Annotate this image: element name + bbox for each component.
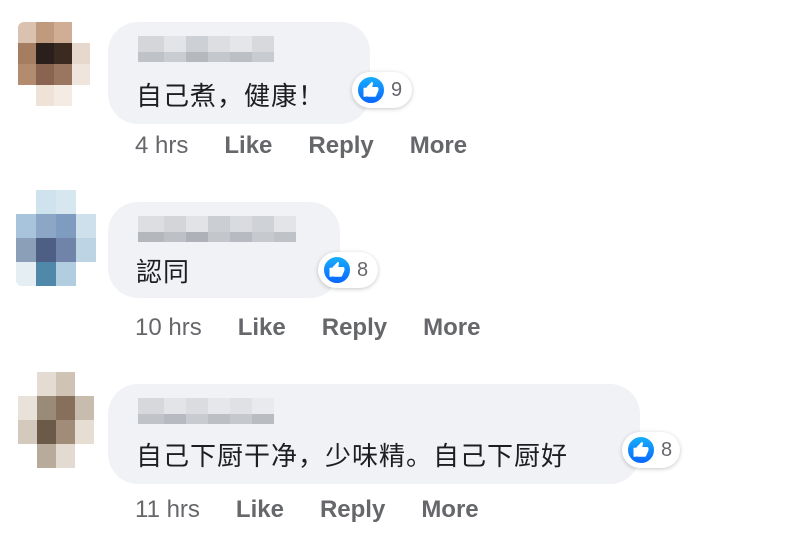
like-thumbs-up-icon: [626, 435, 656, 465]
comment-text: 認同: [136, 258, 191, 288]
timestamp[interactable]: 4 hrs: [135, 132, 188, 160]
reply-button[interactable]: Reply: [320, 496, 385, 524]
like-thumbs-up-icon: [356, 75, 386, 105]
comment-actions: 11 hrs Like Reply More: [135, 496, 515, 524]
comment-2: 認同 8 10 hrs Like Reply More: [0, 190, 800, 350]
timestamp[interactable]: 10 hrs: [135, 314, 202, 342]
like-thumbs-up-icon: [322, 255, 352, 285]
comment-actions: 4 hrs Like Reply More: [135, 132, 503, 160]
avatar[interactable]: [18, 372, 94, 468]
avatar[interactable]: [16, 190, 96, 286]
like-button[interactable]: Like: [238, 314, 286, 342]
author-name-blurred[interactable]: [138, 36, 298, 62]
reply-button[interactable]: Reply: [308, 132, 373, 160]
comment-text: 自己煮，健康！: [136, 82, 326, 112]
reply-button[interactable]: Reply: [322, 314, 387, 342]
reaction-count: 8: [661, 438, 673, 461]
comment-actions: 10 hrs Like Reply More: [135, 314, 516, 342]
more-button[interactable]: More: [410, 132, 467, 160]
like-button[interactable]: Like: [236, 496, 284, 524]
author-name-blurred[interactable]: [138, 216, 318, 242]
comment-3: 自己下厨干净，少味精。自己下厨好 8 11 hrs Like Reply Mor…: [0, 372, 800, 532]
comment-bubble: 認同: [108, 202, 340, 298]
comment-bubble: 自己下厨干净，少味精。自己下厨好: [108, 384, 640, 484]
author-name-blurred[interactable]: [138, 398, 298, 424]
comment-text: 自己下厨干净，少味精。自己下厨好: [136, 442, 569, 472]
timestamp[interactable]: 11 hrs: [135, 496, 200, 524]
avatar[interactable]: [18, 22, 90, 106]
comment-1: 自己煮，健康！ 9 4 hrs Like Reply More: [0, 22, 800, 172]
more-button[interactable]: More: [421, 496, 478, 524]
reaction-summary[interactable]: 8: [622, 432, 681, 468]
like-button[interactable]: Like: [224, 132, 272, 160]
comment-bubble: 自己煮，健康！: [108, 22, 370, 124]
reaction-summary[interactable]: 9: [352, 72, 413, 108]
reaction-count: 9: [391, 78, 403, 101]
more-button[interactable]: More: [423, 314, 480, 342]
reaction-count: 8: [357, 258, 369, 281]
reaction-summary[interactable]: 8: [318, 252, 379, 288]
